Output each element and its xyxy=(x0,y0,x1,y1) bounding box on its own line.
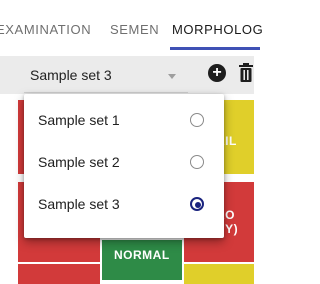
radio-dot xyxy=(195,202,201,208)
plus-circle-icon[interactable]: + xyxy=(208,64,226,82)
menu-item-label: Sample set 1 xyxy=(38,112,120,128)
sample-set-dropdown-menu: Sample set 1 Sample set 2 Sample set 3 xyxy=(24,94,224,238)
sample-set-toolbar: Sample set 3 + xyxy=(0,56,254,94)
tab-examination[interactable]: EXAMINATION xyxy=(0,22,91,37)
tab-morphology[interactable]: MORPHOLOG xyxy=(172,22,263,37)
menu-item-label: Sample set 3 xyxy=(38,196,120,212)
radio-unchecked-icon[interactable] xyxy=(190,113,204,127)
chevron-down-icon[interactable] xyxy=(168,74,176,79)
radio-unchecked-icon[interactable] xyxy=(190,155,204,169)
menu-item-sample-set-3[interactable]: Sample set 3 xyxy=(24,184,224,226)
menu-item-label: Sample set 2 xyxy=(38,154,120,170)
menu-item-sample-set-1[interactable]: Sample set 1 xyxy=(24,100,224,142)
grid-cell-label: NORMAL xyxy=(114,248,170,262)
sample-set-select[interactable]: Sample set 3 xyxy=(30,67,112,83)
menu-item-sample-set-2[interactable]: Sample set 2 xyxy=(24,142,224,184)
select-underline xyxy=(24,92,188,93)
trash-icon[interactable] xyxy=(238,63,254,83)
tab-bar: EXAMINATION SEMEN MORPHOLOG xyxy=(0,0,263,56)
grid-cell[interactable]: NORMAL xyxy=(102,240,182,280)
grid-cell[interactable] xyxy=(18,264,100,284)
radio-checked-icon[interactable] xyxy=(190,197,204,211)
tab-semen[interactable]: SEMEN xyxy=(110,22,159,37)
active-tab-indicator xyxy=(170,47,260,50)
grid-cell[interactable] xyxy=(184,264,254,284)
